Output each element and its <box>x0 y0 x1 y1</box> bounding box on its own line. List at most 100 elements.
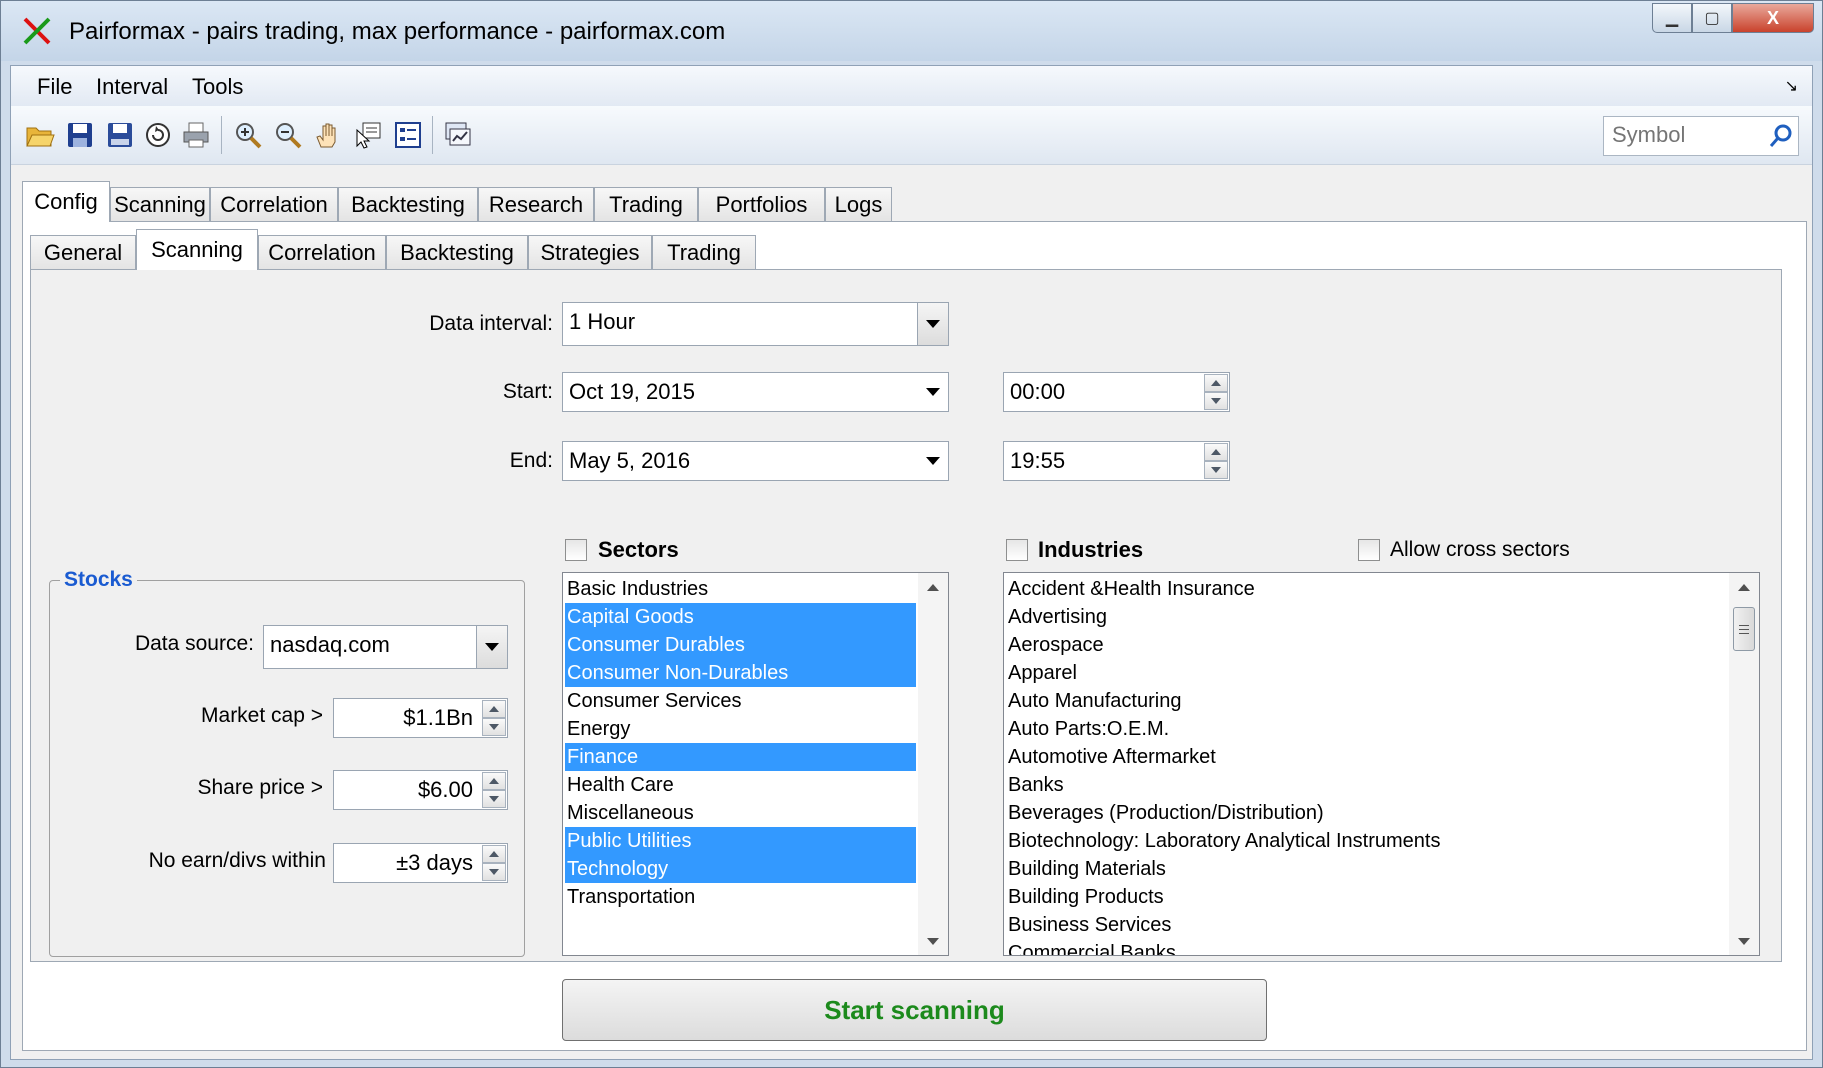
end-time-input[interactable]: 19:55 <box>1003 441 1230 481</box>
menu-overflow-icon[interactable]: ↘ <box>1785 76 1798 96</box>
tab-correlation[interactable]: Correlation <box>210 187 338 221</box>
reload-icon[interactable] <box>143 120 173 150</box>
earnings-window-input[interactable]: ±3 days <box>333 843 508 883</box>
spin-down-icon[interactable] <box>1204 461 1228 479</box>
menu-file[interactable]: File <box>37 74 72 100</box>
save-as-icon[interactable] <box>105 120 135 150</box>
zoom-in-icon[interactable] <box>233 120 263 150</box>
title-bar[interactable]: Pairformax - pairs trading, max performa… <box>1 1 1822 61</box>
tab-backtesting[interactable]: Backtesting <box>338 187 478 221</box>
list-item[interactable]: Public Utilities <box>565 827 916 855</box>
sectors-list: Basic Industries Capital Goods Consumer … <box>562 572 949 956</box>
list-item[interactable]: Accident &Health Insurance <box>1006 575 1727 603</box>
toolbar-separator <box>221 116 222 154</box>
list-item[interactable]: Apparel <box>1006 659 1727 687</box>
scroll-up-icon[interactable] <box>1729 573 1759 601</box>
stocks-group-title: Stocks <box>60 568 137 592</box>
subtab-correlation[interactable]: Correlation <box>258 235 386 269</box>
pan-hand-icon[interactable] <box>313 120 343 150</box>
spin-down-icon[interactable] <box>482 718 506 736</box>
list-item[interactable]: Auto Manufacturing <box>1006 687 1727 715</box>
symbol-input[interactable] <box>1604 117 1770 153</box>
chevron-down-icon[interactable] <box>918 373 948 411</box>
list-item[interactable]: Technology <box>565 855 916 883</box>
minimize-button[interactable]: ▁ <box>1652 3 1692 33</box>
allow-cross-sectors-checkbox[interactable] <box>1358 539 1380 561</box>
share-price-input[interactable]: $6.00 <box>333 770 508 810</box>
tab-config[interactable]: Config <box>22 181 110 222</box>
subtab-backtesting[interactable]: Backtesting <box>386 235 528 269</box>
list-item[interactable]: Miscellaneous <box>565 799 916 827</box>
sectors-checkbox[interactable] <box>565 539 587 561</box>
list-item[interactable]: Consumer Non-Durables <box>565 659 916 687</box>
list-item[interactable]: Beverages (Production/Distribution) <box>1006 799 1727 827</box>
open-folder-icon[interactable] <box>25 120 55 150</box>
close-button[interactable]: X <box>1732 3 1814 33</box>
list-item[interactable]: Commercial Banks <box>1006 939 1727 955</box>
chevron-down-icon[interactable] <box>476 626 507 668</box>
list-item[interactable]: Auto Parts:O.E.M. <box>1006 715 1727 743</box>
save-icon[interactable] <box>65 120 95 150</box>
scroll-up-icon[interactable] <box>918 573 948 601</box>
subtab-strategies[interactable]: Strategies <box>528 235 652 269</box>
spin-up-icon[interactable] <box>1204 374 1228 392</box>
tab-research[interactable]: Research <box>478 187 594 221</box>
spin-down-icon[interactable] <box>1204 392 1228 410</box>
list-item[interactable]: Biotechnology: Laboratory Analytical Ins… <box>1006 827 1727 855</box>
zoom-out-icon[interactable] <box>273 120 303 150</box>
menu-tools[interactable]: Tools <box>192 74 243 100</box>
subtab-scanning[interactable]: Scanning <box>136 229 258 270</box>
scroll-thumb[interactable] <box>1733 607 1755 651</box>
subtab-trading[interactable]: Trading <box>652 235 756 269</box>
industries-scrollbar[interactable] <box>1729 573 1759 955</box>
start-time-input[interactable]: 00:00 <box>1003 372 1230 412</box>
list-item[interactable]: Basic Industries <box>565 575 916 603</box>
list-item[interactable]: Finance <box>565 743 916 771</box>
end-date-picker[interactable]: May 5, 2016 <box>562 441 949 481</box>
spin-up-icon[interactable] <box>482 700 506 718</box>
tab-portfolios[interactable]: Portfolios <box>698 187 825 221</box>
list-item[interactable]: Energy <box>565 715 916 743</box>
chevron-down-icon[interactable] <box>917 303 948 345</box>
subtab-general[interactable]: General <box>30 235 136 269</box>
scroll-down-icon[interactable] <box>918 927 948 955</box>
list-item[interactable]: Aerospace <box>1006 631 1727 659</box>
list-item[interactable]: Banks <box>1006 771 1727 799</box>
list-item[interactable]: Transportation <box>565 883 916 911</box>
spin-up-icon[interactable] <box>482 772 506 790</box>
scroll-down-icon[interactable] <box>1729 927 1759 955</box>
spin-up-icon[interactable] <box>1204 443 1228 461</box>
chart-window-icon[interactable] <box>443 120 473 150</box>
list-item[interactable]: Business Services <box>1006 911 1727 939</box>
tab-logs[interactable]: Logs <box>825 187 892 221</box>
search-icon[interactable] <box>1768 123 1794 149</box>
menu-interval[interactable]: Interval <box>96 74 168 100</box>
sectors-scrollbar[interactable] <box>918 573 948 955</box>
spin-down-icon[interactable] <box>482 863 506 881</box>
list-item[interactable]: Building Materials <box>1006 855 1727 883</box>
data-interval-select[interactable]: 1 Hour <box>562 302 949 346</box>
window-controls: ▁ ▢ X <box>1652 3 1814 35</box>
spin-down-icon[interactable] <box>482 790 506 808</box>
list-item[interactable]: Consumer Durables <box>565 631 916 659</box>
maximize-button[interactable]: ▢ <box>1692 3 1732 33</box>
chevron-down-icon[interactable] <box>918 442 948 480</box>
data-interval-label: Data interval: <box>429 312 553 335</box>
select-cursor-icon[interactable] <box>353 120 383 150</box>
industries-checkbox[interactable] <box>1006 539 1028 561</box>
tab-scanning[interactable]: Scanning <box>110 187 210 221</box>
market-cap-input[interactable]: $1.1Bn <box>333 698 508 738</box>
start-date-picker[interactable]: Oct 19, 2015 <box>562 372 949 412</box>
start-scanning-button[interactable]: Start scanning <box>562 979 1267 1041</box>
data-source-select[interactable]: nasdaq.com <box>263 625 508 669</box>
properties-icon[interactable] <box>393 120 423 150</box>
list-item[interactable]: Advertising <box>1006 603 1727 631</box>
spin-up-icon[interactable] <box>482 845 506 863</box>
list-item[interactable]: Building Products <box>1006 883 1727 911</box>
print-icon[interactable] <box>181 120 211 150</box>
list-item[interactable]: Automotive Aftermarket <box>1006 743 1727 771</box>
list-item[interactable]: Health Care <box>565 771 916 799</box>
tab-trading[interactable]: Trading <box>594 187 698 221</box>
list-item[interactable]: Capital Goods <box>565 603 916 631</box>
list-item[interactable]: Consumer Services <box>565 687 916 715</box>
